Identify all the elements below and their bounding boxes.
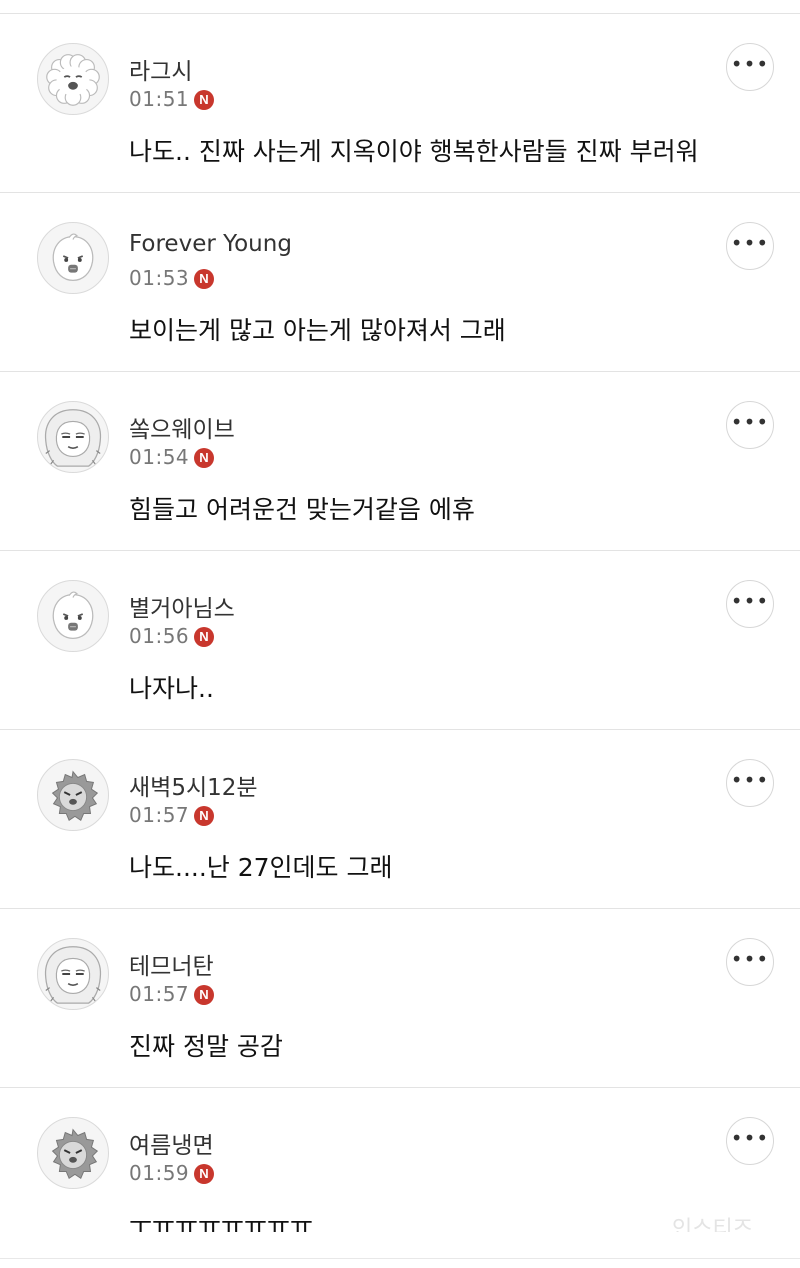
round-face-avatar-icon[interactable] [37, 580, 109, 652]
comment-text: 나도....난 27인데도 그래 [129, 853, 393, 882]
more-options-button[interactable]: ••• [726, 759, 774, 807]
comment-item: Forever Young 01:53 N 보이는게 많고 아는게 많아져서 그… [0, 193, 800, 372]
more-icon: ••• [730, 947, 770, 971]
more-icon: ••• [730, 410, 770, 434]
more-icon: ••• [730, 768, 770, 792]
comment-item: 별거아님스 01:56 N 나자나.. ••• [0, 551, 800, 730]
comment-item: 라그시 01:51 N 나도.. 진짜 사는게 지옥이야 행복한사람들 진짜 부… [0, 14, 800, 193]
comment-nickname[interactable]: 테므너탄 [129, 947, 214, 981]
comment-time: 01:59 [129, 1161, 190, 1185]
more-options-button[interactable]: ••• [726, 222, 774, 270]
comment-time: 01:54 [129, 445, 190, 469]
new-badge: N [194, 448, 214, 468]
comment-time: 01:57 [129, 803, 190, 827]
new-badge: N [194, 90, 214, 110]
round-face-avatar-icon[interactable] [37, 222, 109, 294]
comment-time: 01:51 [129, 87, 190, 111]
comment-item: 테므너탄 01:57 N 진짜 정말 공감 ••• [0, 909, 800, 1088]
comment-nickname[interactable]: Forever Young [129, 231, 292, 257]
comment-item: 쏰으웨이브 01:54 N 힘들고 어려운건 맞는거같음 에휴 ••• [0, 372, 800, 551]
comment-item: 새벽5시12분 01:57 N 나도....난 27인데도 그래 ••• [0, 730, 800, 909]
more-icon: ••• [730, 231, 770, 255]
comment-text: 나자나.. [129, 674, 214, 703]
comment-nickname[interactable]: 라그시 [129, 52, 192, 86]
more-options-button[interactable]: ••• [726, 580, 774, 628]
new-badge: N [194, 1164, 214, 1184]
more-options-button[interactable]: ••• [726, 43, 774, 91]
comment-nickname[interactable]: 여름냉면 [129, 1126, 214, 1160]
comment-text: 나도.. 진짜 사는게 지옥이야 행복한사람들 진짜 부러워 [129, 137, 699, 166]
comment-text: 보이는게 많고 아는게 많아져서 그래 [129, 316, 506, 345]
new-badge: N [194, 985, 214, 1005]
new-badge: N [194, 269, 214, 289]
hooded-face-avatar-icon[interactable] [37, 938, 109, 1010]
more-options-button[interactable]: ••• [726, 401, 774, 449]
comment-nickname[interactable]: 별거아님스 [129, 589, 235, 623]
comment-time: 01:57 [129, 982, 190, 1006]
comment-time: 01:56 [129, 624, 190, 648]
lion-face-avatar-icon[interactable] [37, 1117, 109, 1189]
new-badge: N [194, 627, 214, 647]
more-options-button[interactable]: ••• [726, 938, 774, 986]
bottom-divider [0, 1258, 800, 1259]
comment-time: 01:53 [129, 266, 190, 290]
more-icon: ••• [730, 1126, 770, 1150]
lion-face-avatar-icon[interactable] [37, 759, 109, 831]
bottom-cutoff [0, 1232, 800, 1268]
fluffy-dog-avatar-icon[interactable] [37, 43, 109, 115]
comment-text: 진짜 정말 공감 [129, 1032, 283, 1061]
more-icon: ••• [730, 589, 770, 613]
comment-list: 라그시 01:51 N 나도.. 진짜 사는게 지옥이야 행복한사람들 진짜 부… [0, 14, 800, 1266]
more-options-button[interactable]: ••• [726, 1117, 774, 1165]
new-badge: N [194, 806, 214, 826]
more-icon: ••• [730, 52, 770, 76]
hooded-face-avatar-icon[interactable] [37, 401, 109, 473]
comment-text: 힘들고 어려운건 맞는거같음 에휴 [129, 495, 475, 524]
comment-nickname[interactable]: 새벽5시12분 [129, 768, 258, 802]
comment-nickname[interactable]: 쏰으웨이브 [129, 410, 235, 444]
